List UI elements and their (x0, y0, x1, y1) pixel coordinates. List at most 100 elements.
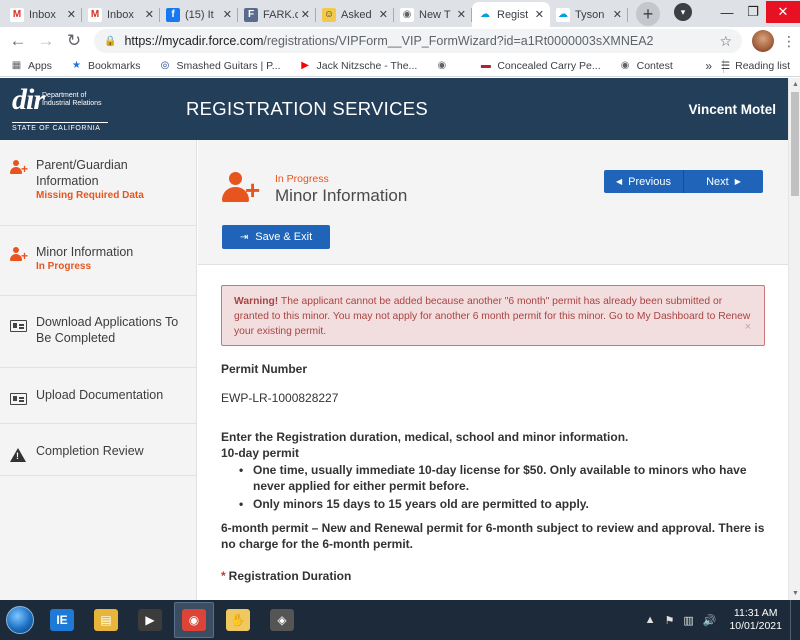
sidebar-step[interactable]: ! Completion Review (0, 424, 196, 476)
reload-button[interactable]: ↻ (62, 29, 86, 53)
tab-favicon-icon: M (10, 7, 24, 22)
previous-button[interactable]: ◀ Previous (604, 170, 684, 193)
step-icon-wrap: ! (10, 446, 36, 465)
bookmark-list: ▦ Apps ★ Bookmarks ◎ Smashed Guitars | P... ▶ J… (10, 60, 691, 72)
taskbar-app-icon: ▤ (94, 609, 118, 631)
close-window-button[interactable]: ✕ (766, 1, 800, 23)
sidebar-step[interactable]: + Minor Information In Progress (0, 226, 196, 296)
scroll-down-icon[interactable]: ▼ (792, 590, 799, 597)
sidebar-step[interactable]: Download Applications To Be Completed (0, 296, 196, 368)
wizard-nav-buttons: ◀ Previous Next ▶ (604, 170, 763, 193)
taskbar-app[interactable]: IE (42, 602, 82, 638)
reading-list-icon: ☰ (720, 60, 731, 72)
maximize-button[interactable]: ❐ (740, 1, 766, 23)
alert-close-icon[interactable]: × (745, 320, 751, 335)
tab-close-icon[interactable]: ✕ (67, 8, 76, 21)
tab-close-icon[interactable]: ✕ (301, 8, 310, 21)
tab-close-icon[interactable]: ✕ (145, 8, 154, 21)
next-button[interactable]: Next ▶ (684, 170, 763, 193)
browser-tab[interactable]: f (15) It ✕ (160, 2, 238, 27)
six-month-permit-text: 6-month permit – New and Renewal permit … (221, 521, 765, 551)
flag-icon[interactable]: ⚑ (664, 614, 674, 627)
tab-close-icon[interactable]: ✕ (379, 8, 388, 21)
app-title: REGISTRATION SERVICES (186, 98, 429, 119)
bookmark-item[interactable]: ◎ Smashed Guitars | P... (158, 60, 281, 72)
system-clock[interactable]: 11:31 AM 10/01/2021 (729, 607, 782, 633)
sidebar-step[interactable]: + Parent/Guardian Information Missing Requ… (0, 140, 196, 226)
browser-tab-strip: M Inbox ✕ M Inbox ✕ f (15) It ✕ F FARK.c ✕ ☺ Asked ✕ ◉ N… (0, 0, 800, 27)
reading-list-button[interactable]: ☰ Reading list (721, 55, 790, 77)
browser-menu-icon[interactable]: ⋮ (782, 33, 796, 50)
save-exit-button[interactable]: ⇥ Save & Exit (222, 225, 330, 249)
logo-dept-text: Department of Industrial Relations (42, 92, 102, 107)
scroll-up-icon[interactable]: ▲ (792, 81, 799, 88)
browser-tab[interactable]: ☁ Tyson ✕ (550, 2, 628, 27)
profile-avatar[interactable] (752, 30, 774, 52)
sidebar-step[interactable]: Upload Documentation (0, 368, 196, 424)
url-text[interactable]: https://mycadir.force.com/registrations/… (124, 34, 719, 48)
forward-button[interactable]: → (34, 29, 58, 53)
tab-title: FARK.c (263, 8, 298, 21)
tab-title: Inbox (29, 8, 56, 21)
taskbar-app-icon: IE (50, 609, 74, 631)
minimize-button[interactable]: — (714, 1, 740, 23)
browser-tab[interactable]: F FARK.c ✕ (238, 2, 316, 27)
taskbar-app[interactable]: ▶ (130, 602, 170, 638)
browser-tab[interactable]: ◉ New T ✕ (394, 2, 472, 27)
more-bookmarks-button[interactable]: » (705, 59, 712, 73)
browser-tab[interactable]: M Inbox ✕ (4, 2, 82, 27)
bookmark-icon: ▬ (480, 60, 491, 71)
tab-favicon-icon: ☁ (478, 7, 492, 22)
dir-logo[interactable]: dir Department of Industrial Relations S… (0, 78, 112, 140)
browser-tab[interactable]: ☁ Regist ✕ (472, 2, 550, 27)
taskbar-app[interactable]: ◈ (262, 602, 302, 638)
browser-tab[interactable]: M Inbox ✕ (82, 2, 160, 27)
main-content: + In Progress Minor Information ◀ Previou… (198, 140, 788, 611)
alert-text: The applicant cannot be added because an… (234, 296, 751, 337)
browser-tab[interactable]: ☺ Asked ✕ (316, 2, 394, 27)
tab-close-icon[interactable]: ✕ (535, 8, 544, 21)
permit-number-value: EWP-LR-1000828227 (221, 391, 339, 405)
required-marker: * (221, 569, 226, 583)
system-tray: ▲ ⚑ ▥ 🔊 11:31 AM 10/01/2021 (645, 600, 800, 640)
address-bar[interactable]: 🔒 https://mycadir.force.com/registration… (94, 29, 742, 53)
volume-icon[interactable]: 🔊 (703, 614, 717, 627)
bookmark-item[interactable]: ▦ Apps (10, 60, 52, 72)
exit-icon: ⇥ (239, 231, 249, 243)
show-desktop-button[interactable] (790, 600, 800, 640)
tab-close-icon[interactable]: ✕ (457, 8, 466, 21)
back-button[interactable]: ← (6, 29, 30, 53)
bookmark-item[interactable]: ◉ Contest (619, 60, 673, 72)
tab-favicon-icon: M (88, 7, 102, 22)
scrollbar-thumb[interactable] (791, 92, 799, 196)
bookmark-item[interactable]: ▶ Jack Nitzsche - The... (299, 60, 417, 72)
tab-title: Regist (497, 8, 529, 21)
step-icon-wrap (10, 317, 36, 335)
bookmark-item[interactable]: ★ Bookmarks (70, 60, 141, 72)
taskbar-app[interactable]: ◉ (174, 602, 214, 638)
step-text-wrap: Download Applications To Be Completed (36, 314, 190, 346)
tab-search-icon[interactable]: ▾ (674, 3, 692, 21)
bookmark-icon: ◉ (620, 60, 630, 71)
start-button[interactable] (0, 600, 40, 640)
taskbar-app-icon: ▶ (138, 609, 162, 631)
taskbar-app[interactable]: ✋ (218, 602, 258, 638)
bookmark-star-icon[interactable]: ☆ (719, 33, 732, 50)
taskbar-app[interactable]: ▤ (86, 602, 126, 638)
person-plus-icon: + (10, 247, 30, 262)
user-name-menu[interactable]: Vincent Motel (688, 102, 776, 117)
tab-close-icon[interactable]: ✕ (613, 8, 622, 21)
bookmark-label: Bookmarks (87, 59, 141, 72)
chevron-left-icon: ◀ (616, 177, 623, 186)
network-icon[interactable]: ▥ (683, 614, 693, 627)
tab-list: M Inbox ✕ M Inbox ✕ f (15) It ✕ F FARK.c ✕ ☺ Asked ✕ ◉ N… (4, 2, 628, 27)
step-label: Download Applications To Be Completed (36, 315, 179, 345)
new-tab-button[interactable]: + (636, 2, 660, 26)
tab-close-icon[interactable]: ✕ (223, 8, 232, 21)
bookmark-icon: ◎ (160, 60, 170, 71)
bookmark-item[interactable]: ▬ Concealed Carry Pe... (479, 60, 601, 72)
bookmark-item[interactable]: ◉ (435, 60, 453, 72)
show-hidden-icons[interactable]: ▲ (645, 614, 656, 626)
warning-icon: ! (10, 448, 26, 462)
page-scrollbar[interactable]: ▲ ▼ (788, 78, 800, 600)
